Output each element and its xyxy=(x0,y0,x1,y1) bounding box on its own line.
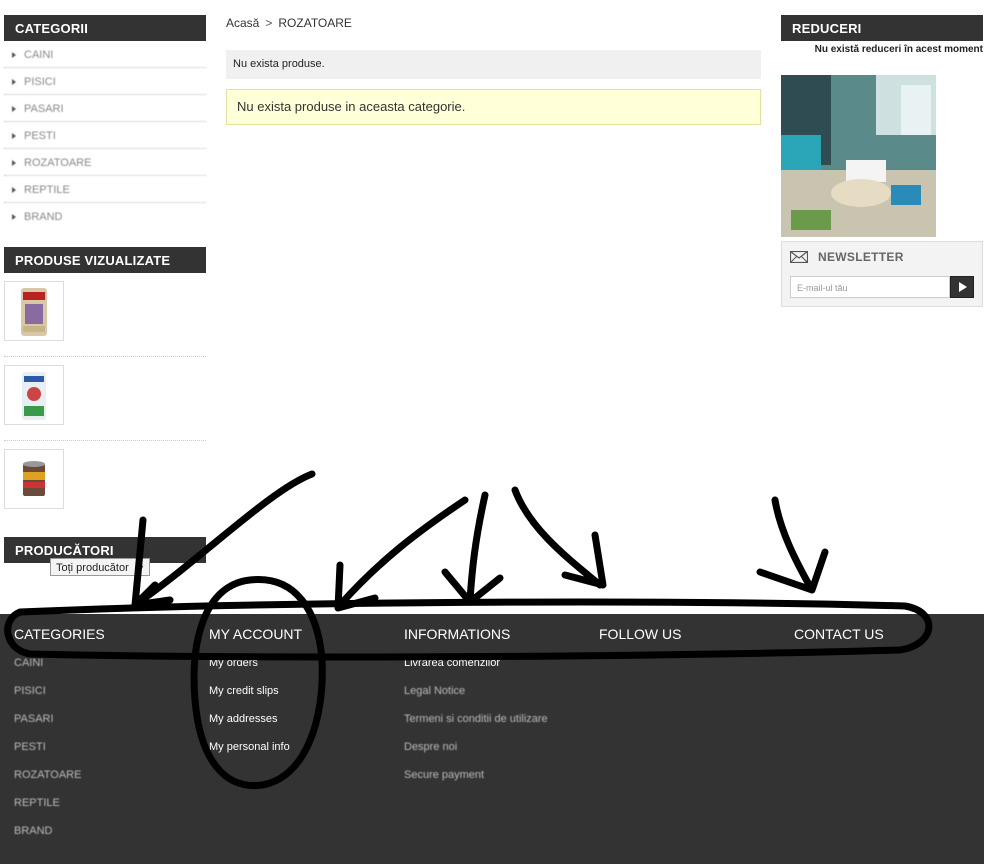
categories-block-title: CATEGORII xyxy=(4,15,206,41)
viewed-product-item[interactable] xyxy=(4,273,206,357)
footer-about-link[interactable]: Despre noi xyxy=(404,740,548,768)
footer-category-link[interactable]: CAINI xyxy=(14,656,105,684)
category-label: BRAND xyxy=(24,211,63,223)
category-label: PESTI xyxy=(24,130,56,142)
room-photo xyxy=(781,75,936,237)
cat-food-bag-image xyxy=(21,288,47,336)
footer-terms-link[interactable]: Termeni si conditii de utilizare xyxy=(404,712,548,740)
chevron-down-icon: ▼ xyxy=(136,563,145,573)
right-column: REDUCERI Nu există reduceri în acest mom… xyxy=(781,15,983,307)
category-item-rozatoare[interactable]: ROZATOARE xyxy=(4,149,206,176)
arrow-4 xyxy=(441,491,504,606)
footer-categories-title: CATEGORIES xyxy=(14,626,105,642)
arrow-6 xyxy=(756,496,829,594)
category-item-reptile[interactable]: REPTILE xyxy=(4,176,206,203)
footer-category-link[interactable]: PISICI xyxy=(14,684,105,712)
viewed-product-item[interactable] xyxy=(4,441,206,524)
footer-legal-notice-link[interactable]: Legal Notice xyxy=(404,684,548,712)
category-label: REPTILE xyxy=(24,184,70,196)
category-label: PISICI xyxy=(24,76,56,88)
category-item-pasari[interactable]: PASARI xyxy=(4,95,206,122)
footer-category-link[interactable]: REPTILE xyxy=(14,796,105,824)
footer-personal-info-link[interactable]: My personal info xyxy=(209,740,302,768)
category-item-pesti[interactable]: PESTI xyxy=(4,122,206,149)
category-label: ROZATOARE xyxy=(24,157,92,169)
arrow-right-icon xyxy=(12,187,16,194)
footer-credit-slips-link[interactable]: My credit slips xyxy=(209,684,302,712)
category-item-pisici[interactable]: PISICI xyxy=(4,68,206,95)
left-column: CATEGORII CAINI PISICI PASARI PESTI ROZA… xyxy=(4,15,206,524)
footer-my-account-column: MY ACCOUNT My orders My credit slips My … xyxy=(209,626,302,768)
category-item-brand[interactable]: BRAND xyxy=(4,203,206,229)
no-products-header: Nu exista produse. xyxy=(226,50,761,79)
breadcrumb-separator: > xyxy=(265,16,273,30)
food-can-image xyxy=(23,461,45,496)
footer-categories-column: CATEGORIES CAINI PISICI PASARI PESTI ROZ… xyxy=(14,626,105,852)
footer-contact-us-title: CONTACT US xyxy=(794,626,884,642)
footer-follow-us-title: FOLLOW US xyxy=(599,626,682,642)
room-photo-banner[interactable] xyxy=(781,75,936,237)
footer-follow-us-column: FOLLOW US xyxy=(599,626,681,656)
pet-food-bag-image xyxy=(22,372,46,420)
footer-informations-title: INFORMATIONS xyxy=(404,626,511,642)
categories-list: CAINI PISICI PASARI PESTI ROZATOARE REPT… xyxy=(4,41,206,229)
breadcrumb: Acasă > ROZATOARE xyxy=(226,16,352,30)
category-label: CAINI xyxy=(24,49,54,61)
viewed-products-list xyxy=(4,273,206,524)
footer: CATEGORIES CAINI PISICI PASARI PESTI ROZ… xyxy=(0,614,984,864)
footer-my-account-title: MY ACCOUNT xyxy=(209,626,303,642)
no-products-warning: Nu exista produse in aceasta categorie. xyxy=(226,89,761,125)
newsletter-submit-button[interactable] xyxy=(950,276,974,298)
footer-category-link[interactable]: BRAND xyxy=(14,824,105,852)
footer-informations-column: INFORMATIONS Livrarea comenzilor Legal N… xyxy=(404,626,548,796)
producers-select-value: Toți producător xyxy=(56,562,129,574)
producers-select[interactable]: Toți producător ▼ xyxy=(50,558,150,576)
breadcrumb-home[interactable]: Acasă xyxy=(226,16,259,30)
arrow-right-icon xyxy=(12,106,16,113)
arrow-right-icon xyxy=(12,52,16,59)
product-thumbnail[interactable] xyxy=(4,365,64,425)
viewed-product-item[interactable] xyxy=(4,357,206,441)
footer-secure-payment-link[interactable]: Secure payment xyxy=(404,768,548,796)
newsletter-block: NEWSLETTER E-mail-ul tău xyxy=(781,241,983,307)
footer-category-link[interactable]: ROZATOARE xyxy=(14,768,105,796)
arrow-5 xyxy=(511,486,607,589)
category-item-caini[interactable]: CAINI xyxy=(4,41,206,68)
footer-category-link[interactable]: PASARI xyxy=(14,712,105,740)
breadcrumb-current: ROZATOARE xyxy=(278,16,352,30)
arrow-right-icon xyxy=(12,160,16,167)
newsletter-title: NEWSLETTER xyxy=(818,250,904,264)
category-label: PASARI xyxy=(24,103,64,115)
footer-contact-us-column: CONTACT US xyxy=(794,626,884,656)
footer-delivery-link[interactable]: Livrarea comenzilor xyxy=(404,656,548,684)
newsletter-email-input[interactable]: E-mail-ul tău xyxy=(790,276,950,298)
arrow-right-icon xyxy=(12,133,16,140)
footer-my-orders-link[interactable]: My orders xyxy=(209,656,302,684)
footer-category-link[interactable]: PESTI xyxy=(14,740,105,768)
discounts-message: Nu există reduceri în acest moment xyxy=(814,44,983,55)
arrow-right-icon xyxy=(12,79,16,86)
discounts-block-title: REDUCERI xyxy=(781,15,983,41)
arrow-3 xyxy=(334,496,469,612)
envelope-icon xyxy=(790,251,808,263)
product-thumbnail[interactable] xyxy=(4,281,64,341)
product-thumbnail[interactable] xyxy=(4,449,64,509)
footer-addresses-link[interactable]: My addresses xyxy=(209,712,302,740)
arrow-right-icon xyxy=(12,214,16,221)
viewed-products-title: PRODUSE VIZUALIZATE xyxy=(4,247,206,273)
